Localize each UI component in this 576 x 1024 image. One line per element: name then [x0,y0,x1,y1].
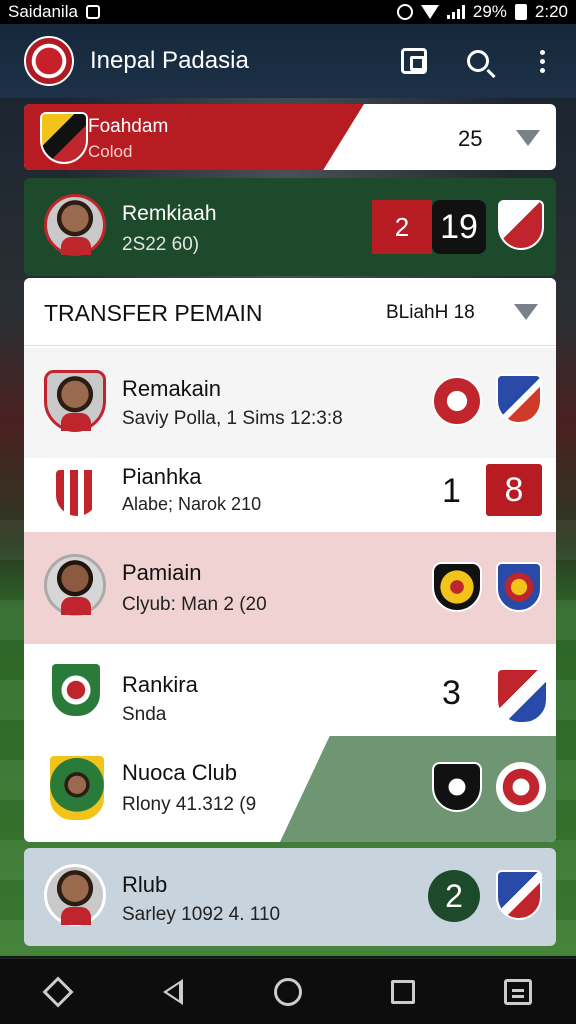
featured-player-card[interactable]: Remkiaah 2S22 60) 2 19 [24,178,556,276]
player-subtitle: Sarley 1092 4. 110 [122,904,281,925]
match-card-top[interactable]: Foahdam Colod 25 [24,104,556,170]
cast-button[interactable] [394,41,434,81]
card-title: Foahdam [88,116,169,137]
player-avatar [44,864,106,926]
list-item[interactable]: Remakain Saviy Polla, 1 Sims 12:3:8 [24,348,556,458]
carrier-label: Saidanila [8,2,78,21]
card-subtitle: Colod [88,142,133,161]
section-header: TRANSFER PEMAIN BLiahH 18 [24,278,556,346]
club-shield-icon [496,668,548,724]
player-name: Rankira [122,672,198,697]
player-subtitle: Saviy Polla, 1 Sims 12:3:8 [122,408,343,429]
player-name: Pianhka [122,464,202,489]
player-avatar [44,370,106,432]
alarm-icon [396,4,413,20]
app-title: Inepal Padasia [90,47,249,74]
club-badge-icon [432,762,482,812]
list-item[interactable]: Pianhka Alabe; Narok 210 1 8 [24,458,556,532]
filter-icon[interactable] [514,304,538,320]
number-badge: 2 [428,870,480,922]
player-subtitle: Snda [122,704,167,725]
wifi-icon [420,5,439,19]
search-icon [467,50,489,72]
score-left: 2 [372,200,432,254]
club-shield-icon [54,468,100,518]
player-subtitle: Alabe; Narok 210 [122,494,262,514]
nav-assist-button[interactable] [31,965,85,1019]
transfer-list-card: TRANSFER PEMAIN BLiahH 18 Remakain Saviy… [24,278,556,842]
card-score: 25 [458,126,483,151]
menu-icon [504,978,533,1005]
scoreboard: 2 19 [372,200,486,254]
section-title: TRANSFER PEMAIN [44,300,263,326]
filter-icon[interactable] [516,130,540,146]
club-shield-icon [496,374,542,424]
player-crest-icon [48,754,106,822]
recents-icon [391,979,416,1004]
row-number: 3 [442,674,461,712]
app-logo [24,36,74,86]
club-crest-icon [40,112,88,164]
score-right: 19 [432,200,486,254]
battery-icon [514,4,527,20]
more-vert-icon [539,49,545,73]
nav-home-button[interactable] [261,965,315,1019]
status-bar: Saidanila 29% 2:20 [0,0,576,24]
search-button[interactable] [458,41,498,81]
more-options-button[interactable] [522,41,562,81]
cast-icon [401,48,427,74]
player-name: Rlub [122,872,168,897]
player-card-bottom[interactable]: Rlub Sarley 1092 4. 110 2 [24,848,556,946]
player-subtitle: Rlony 41.312 (9 [122,794,257,815]
nav-recents-button[interactable] [376,965,430,1019]
notification-icon [85,5,100,19]
nav-menu-button[interactable] [491,965,545,1019]
home-icon [273,977,302,1006]
list-item[interactable]: Pamiain Clyub: Man 2 (20 [24,532,556,644]
player-subtitle: 2S22 60) [122,234,200,255]
club-shield-icon [496,562,542,612]
system-nav-bar [0,958,576,1024]
player-name: Remkiaah [122,202,217,225]
player-name: Remakain [122,376,222,401]
player-subtitle: Clyub: Man 2 (20 [122,594,267,615]
player-avatar [44,194,106,256]
row-number: 1 [442,472,461,510]
back-icon [162,978,183,1005]
club-badge-icon [496,762,546,812]
player-name: Nuoca Club [122,760,237,785]
clock: 2:20 [534,2,568,21]
club-shield-icon [498,200,544,250]
diamond-icon [42,975,74,1008]
app-bar: Inepal Padasia [0,24,576,98]
club-shield-icon [496,870,542,920]
nav-back-button[interactable] [146,965,200,1019]
section-meta: BLiahH 18 [386,302,475,323]
club-badge-icon [432,376,482,426]
club-badge-icon [432,562,482,612]
battery-percent: 29% [472,2,507,21]
player-avatar [44,554,106,616]
signal-icon [446,5,465,19]
list-item[interactable]: Rankira Snda 3 [24,644,556,736]
row-number-badge: 8 [486,464,542,516]
list-item[interactable]: Nuoca Club Rlony 41.312 (9 [24,736,556,842]
club-shield-icon [50,662,102,718]
player-name: Pamiain [122,560,202,585]
